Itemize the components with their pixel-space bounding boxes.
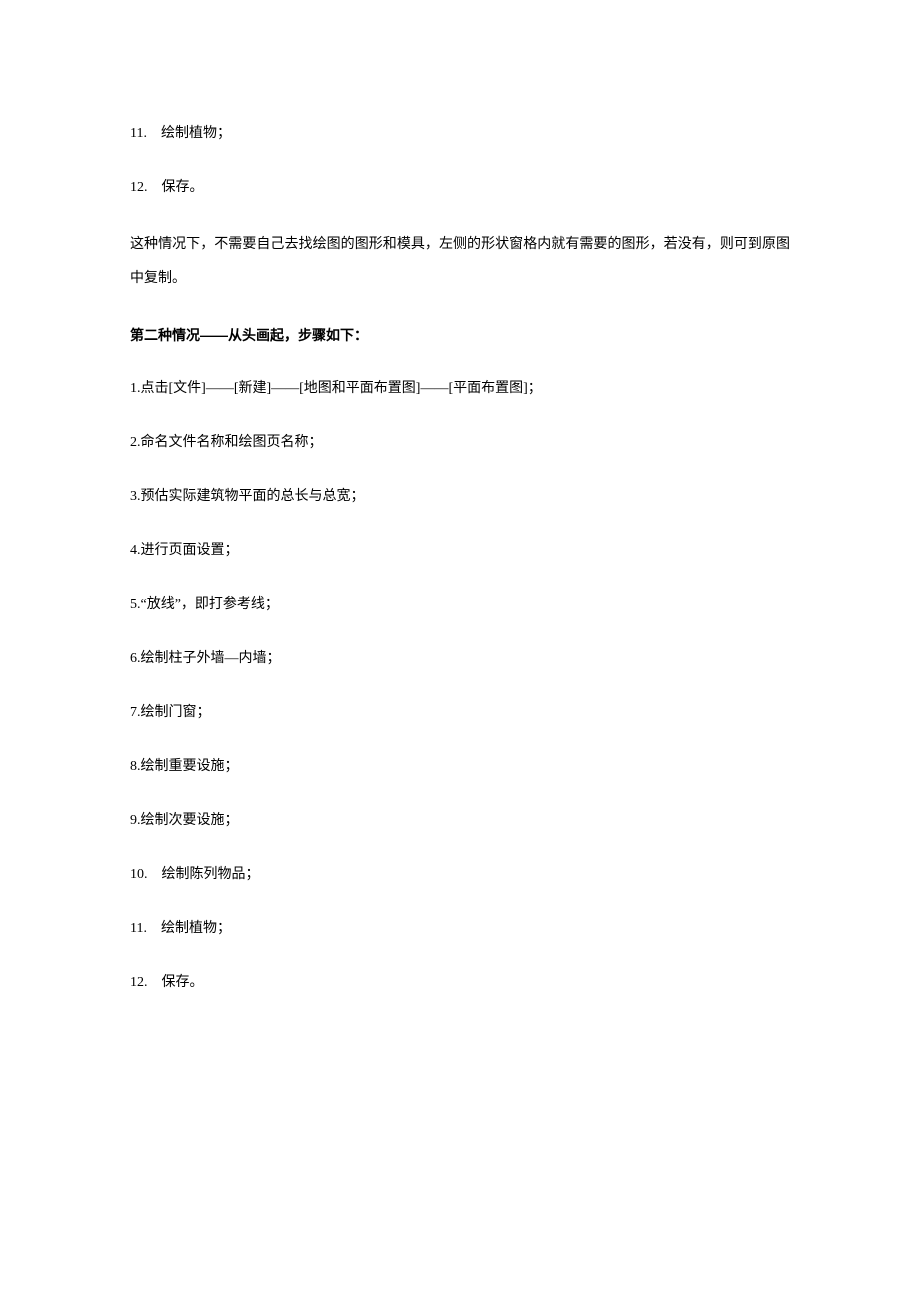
step-number: 12. xyxy=(130,975,162,990)
step-item: 11. 绘制植物； xyxy=(130,915,790,943)
step-number: 9. xyxy=(130,813,141,828)
step-number: 1. xyxy=(130,381,141,396)
step-number: 2. xyxy=(130,435,141,450)
step-item: 12. 保存。 xyxy=(130,969,790,997)
step-number: 11. xyxy=(130,921,161,936)
list-text: 保存。 xyxy=(162,180,204,195)
step-text: 保存。 xyxy=(162,975,204,990)
top-list-item: 12. 保存。 xyxy=(130,174,790,202)
step-item: 5.“放线”，即打参考线； xyxy=(130,591,790,619)
document-page: 11. 绘制植物； 12. 保存。 这种情况下，不需要自己去找绘图的图形和模具，… xyxy=(0,0,920,1123)
heading-text: 第二种情况——从头画起，步骤如下： xyxy=(130,327,368,343)
step-text: 点击[文件]——[新建]——[地图和平面布置图]——[平面布置图]； xyxy=(141,381,542,396)
list-number: 12. xyxy=(130,180,162,195)
step-text: 命名文件名称和绘图页名称； xyxy=(141,435,323,450)
step-item: 7.绘制门窗； xyxy=(130,699,790,727)
step-number: 10. xyxy=(130,867,162,882)
step-number: 7. xyxy=(130,705,141,720)
step-number: 8. xyxy=(130,759,141,774)
step-text: 绘制次要设施； xyxy=(141,813,239,828)
top-list-item: 11. 绘制植物； xyxy=(130,120,790,148)
step-item: 6.绘制柱子外墙—内墙； xyxy=(130,645,790,673)
step-number: 4. xyxy=(130,543,141,558)
step-item: 1.点击[文件]——[新建]——[地图和平面布置图]——[平面布置图]； xyxy=(130,375,790,403)
step-text: 预估实际建筑物平面的总长与总宽； xyxy=(141,489,365,504)
paragraph: 这种情况下，不需要自己去找绘图的图形和模具，左侧的形状窗格内就有需要的图形，若没… xyxy=(130,228,790,295)
step-number: 3. xyxy=(130,489,141,504)
step-item: 10. 绘制陈列物品； xyxy=(130,861,790,889)
section-heading: 第二种情况——从头画起，步骤如下： xyxy=(130,321,790,349)
step-text: 绘制重要设施； xyxy=(141,759,239,774)
step-item: 8.绘制重要设施； xyxy=(130,753,790,781)
step-item: 2.命名文件名称和绘图页名称； xyxy=(130,429,790,457)
step-number: 5. xyxy=(130,597,141,612)
step-item: 4.进行页面设置； xyxy=(130,537,790,565)
paragraph-text: 这种情况下，不需要自己去找绘图的图形和模具，左侧的形状窗格内就有需要的图形，若没… xyxy=(130,237,790,286)
list-number: 11. xyxy=(130,126,161,141)
step-number: 6. xyxy=(130,651,141,666)
list-text: 绘制植物； xyxy=(161,126,231,141)
step-text: “放线”，即打参考线； xyxy=(141,597,279,612)
step-text: 绘制门窗； xyxy=(141,705,211,720)
step-item: 9.绘制次要设施； xyxy=(130,807,790,835)
step-text: 绘制柱子外墙—内墙； xyxy=(141,651,281,666)
step-text: 绘制植物； xyxy=(161,921,231,936)
step-item: 3.预估实际建筑物平面的总长与总宽； xyxy=(130,483,790,511)
step-text: 绘制陈列物品； xyxy=(162,867,260,882)
step-text: 进行页面设置； xyxy=(141,543,239,558)
